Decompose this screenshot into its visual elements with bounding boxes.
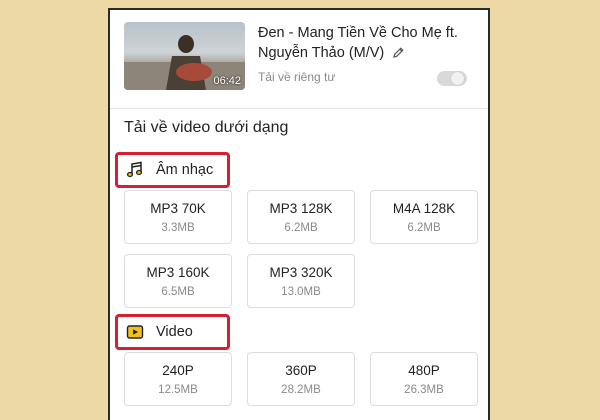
video-title-text: Đen - Mang Tiền Về Cho Mẹ ft. Nguyễn Thả… [258,25,458,61]
format-label: MP3 70K [150,201,206,216]
format-option-480p[interactable]: 480P 26.3MB [370,352,478,406]
section-music-label: Âm nhạc [156,162,214,178]
video-title: Đen - Mang Tiền Về Cho Mẹ ft. Nguyễn Thả… [258,23,483,65]
music-note-icon [126,161,143,178]
private-download-label: Tải về riêng tư [258,70,336,84]
private-download-toggle[interactable] [437,71,467,86]
format-size: 6.2MB [284,222,318,234]
format-option-mp3-160k[interactable]: MP3 160K 6.5MB [124,254,232,308]
section-music: Âm nhạc [115,152,230,188]
section-video: Video [115,314,230,350]
format-option-240p[interactable]: 240P 12.5MB [124,352,232,406]
format-size: 6.2MB [407,222,441,234]
download-heading: Tải về video dưới dạng [124,119,289,136]
section-video-label: Video [156,324,193,340]
format-size: 12.5MB [158,384,198,396]
video-header: 06:42 Đen - Mang Tiền Về Cho Mẹ ft. Nguy… [110,10,488,109]
phone-screen: 06:42 Đen - Mang Tiền Về Cho Mẹ ft. Nguy… [108,8,490,420]
video-duration: 06:42 [213,75,241,87]
format-size: 26.3MB [404,384,444,396]
video-thumbnail[interactable]: 06:42 [124,22,245,90]
format-size: 28.2MB [281,384,321,396]
format-label: MP3 160K [146,265,210,280]
format-option-mp3-128k[interactable]: MP3 128K 6.2MB [247,190,355,244]
format-option-mp3-70k[interactable]: MP3 70K 3.3MB [124,190,232,244]
pencil-icon[interactable] [392,45,405,65]
format-label: M4A 128K [392,201,456,216]
toggle-knob [451,72,464,85]
format-label: 240P [162,363,194,378]
format-option-m4a-128k[interactable]: M4A 128K 6.2MB [370,190,478,244]
format-size: 13.0MB [281,286,321,298]
video-play-icon [126,325,144,339]
format-label: MP3 320K [269,265,333,280]
format-size: 6.5MB [161,286,195,298]
format-option-360p[interactable]: 360P 28.2MB [247,352,355,406]
format-label: 360P [285,363,317,378]
format-label: 480P [408,363,440,378]
format-size: 3.3MB [161,222,195,234]
format-label: MP3 128K [269,201,333,216]
format-option-mp3-320k[interactable]: MP3 320K 13.0MB [247,254,355,308]
